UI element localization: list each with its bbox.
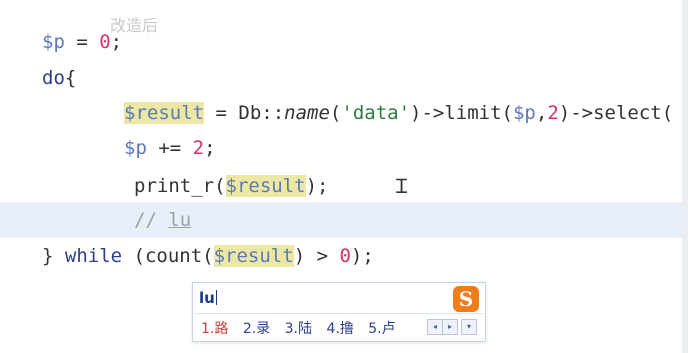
highlighted-variable-token: $result bbox=[225, 175, 306, 197]
sogou-logo-icon[interactable]: S bbox=[453, 286, 479, 312]
ime-composition-input: lu bbox=[199, 289, 217, 307]
keyword-token: while bbox=[64, 245, 123, 267]
variable-token: $p bbox=[42, 31, 65, 53]
code-line-3[interactable]: $result = Db::name('data')->limit($p,2)-… bbox=[0, 95, 688, 131]
comment-token: // bbox=[134, 209, 169, 231]
method-token: name bbox=[284, 102, 330, 124]
variable-token: $p bbox=[512, 102, 536, 124]
ime-candidate-4[interactable]: 4.撸 bbox=[326, 318, 353, 338]
ime-page-nav: ◂ ▸ ▾ bbox=[427, 319, 477, 335]
code-line-1[interactable]: $p = 0; bbox=[0, 24, 688, 60]
keyword-token: do bbox=[42, 67, 65, 89]
ime-candidate-2[interactable]: 2.录 bbox=[243, 318, 270, 338]
ime-candidate-1[interactable]: 1.路 bbox=[201, 318, 228, 338]
number-token: 0 bbox=[99, 31, 111, 53]
string-token: 'data' bbox=[341, 102, 411, 124]
highlighted-variable-token: $result bbox=[213, 245, 294, 267]
ime-candidate-popup[interactable]: lu S 1.路 2.录 3.陆 4.撸 5.卢 ◂ ▸ ▾ bbox=[192, 282, 486, 342]
faded-header-text: 改造后 bbox=[110, 16, 159, 35]
ime-candidate-list: 1.路 2.录 3.陆 4.撸 5.卢 bbox=[201, 318, 406, 338]
number-token: 0 bbox=[339, 245, 351, 267]
ime-next-page-icon[interactable]: ▸ bbox=[443, 319, 458, 335]
number-token: 2 bbox=[547, 102, 559, 124]
vertical-scrollbar[interactable] bbox=[682, 0, 688, 353]
highlighted-variable-token: $result bbox=[124, 102, 205, 124]
ime-candidate-3[interactable]: 3.陆 bbox=[285, 318, 312, 338]
ime-expand-icon[interactable]: ▾ bbox=[461, 319, 477, 335]
ime-candidate-5[interactable]: 5.卢 bbox=[368, 318, 395, 338]
variable-token: $p bbox=[124, 137, 147, 159]
ime-caret bbox=[215, 290, 217, 305]
code-line-6-current[interactable]: // lu bbox=[0, 202, 688, 238]
code-line-4[interactable]: $p += 2; bbox=[0, 130, 688, 166]
ibeam-cursor-icon: Ɪ bbox=[396, 174, 408, 198]
number-token: 2 bbox=[192, 137, 205, 159]
code-line-7[interactable]: } while (count($result) > 0); bbox=[0, 238, 688, 274]
code-line-2[interactable]: do{ bbox=[0, 60, 688, 96]
ime-divider bbox=[195, 313, 483, 314]
code-line-5[interactable]: print_r($result); bbox=[0, 168, 688, 204]
ime-prev-page-icon[interactable]: ◂ bbox=[427, 319, 443, 335]
composing-text: lu bbox=[168, 209, 192, 231]
